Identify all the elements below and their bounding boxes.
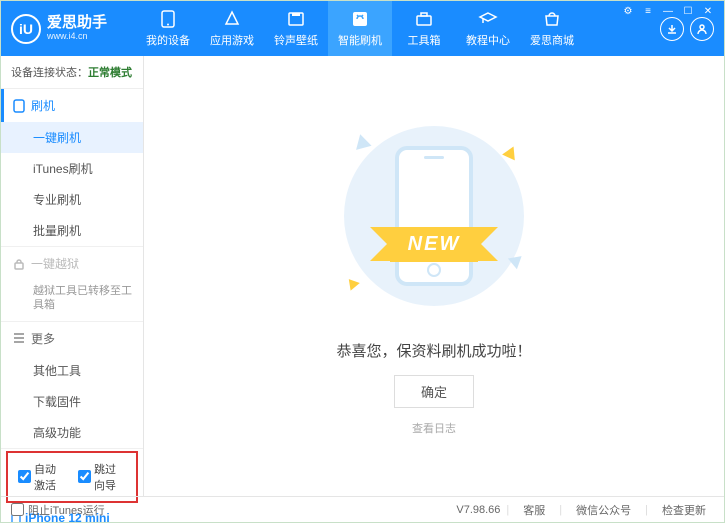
download-button[interactable] xyxy=(660,17,684,41)
graduation-icon xyxy=(478,10,498,28)
nav-label: 爱思商城 xyxy=(530,32,574,48)
section-flash-header[interactable]: 刷机 xyxy=(1,89,143,122)
footer-link-support[interactable]: 客服 xyxy=(515,502,553,518)
success-illustration: NEW xyxy=(334,116,534,316)
section-title: 刷机 xyxy=(31,97,55,114)
app-name: 爱思助手 xyxy=(47,15,107,32)
nav-apps-games[interactable]: 应用游戏 xyxy=(200,1,264,56)
sidebar-item-oneclick-flash[interactable]: 一键刷机 xyxy=(1,122,143,153)
section-flash: 刷机 一键刷机 iTunes刷机 专业刷机 批量刷机 xyxy=(1,89,143,247)
phone-icon xyxy=(13,99,25,113)
section-jailbreak: 一键越狱 越狱工具已转移至工具箱 xyxy=(1,247,143,322)
sidebar-item-download-firmware[interactable]: 下载固件 xyxy=(1,386,143,417)
settings-icon[interactable]: ⚙ xyxy=(619,4,637,18)
sidebar-item-advanced[interactable]: 高级功能 xyxy=(1,417,143,448)
apps-icon xyxy=(222,10,242,28)
sidebar-item-other-tools[interactable]: 其他工具 xyxy=(1,355,143,386)
store-icon xyxy=(542,10,562,28)
title-right xyxy=(660,17,714,41)
nav-store[interactable]: 爱思商城 xyxy=(520,1,584,56)
checkbox-label: 阻止iTunes运行 xyxy=(28,502,105,518)
checkbox-label: 自动激活 xyxy=(34,461,66,493)
footer: 阻止iTunes运行 V7.98.66 | 客服 | 微信公众号 | 检查更新 xyxy=(1,496,724,522)
connection-label: 设备连接状态： xyxy=(11,67,88,79)
maximize-button[interactable]: ☐ xyxy=(679,4,697,18)
user-button[interactable] xyxy=(690,17,714,41)
titlebar: iU 爱思助手 www.i4.cn 我的设备 应用游戏 铃声壁纸 智能刷机 xyxy=(1,1,724,56)
jailbreak-note: 越狱工具已转移至工具箱 xyxy=(1,280,143,321)
checkbox-skip-wizard[interactable]: 跳过向导 xyxy=(78,461,126,493)
section-jailbreak-header[interactable]: 一键越狱 xyxy=(1,247,143,280)
option-checkboxes: 自动激活 跳过向导 xyxy=(6,451,138,503)
new-ribbon: NEW xyxy=(390,227,479,262)
body: 设备连接状态：正常模式 刷机 一键刷机 iTunes刷机 专业刷机 批量刷机 一… xyxy=(1,56,724,496)
footer-link-wechat[interactable]: 微信公众号 xyxy=(568,502,639,518)
sidebar-item-itunes-flash[interactable]: iTunes刷机 xyxy=(1,153,143,184)
footer-link-update[interactable]: 检查更新 xyxy=(654,502,714,518)
checkbox-block-itunes[interactable]: 阻止iTunes运行 xyxy=(11,502,105,518)
section-more: 更多 其他工具 下载固件 高级功能 xyxy=(1,322,143,449)
flash-icon xyxy=(350,10,370,28)
checkbox-input[interactable] xyxy=(18,470,31,483)
main-content: NEW 恭喜您，保资料刷机成功啦！ 确定 查看日志 xyxy=(144,56,724,496)
nav-label: 铃声壁纸 xyxy=(274,32,318,48)
list-icon xyxy=(13,333,25,343)
nav-ringtones[interactable]: 铃声壁纸 xyxy=(264,1,328,56)
section-more-header[interactable]: 更多 xyxy=(1,322,143,355)
sidebar-item-batch-flash[interactable]: 批量刷机 xyxy=(1,215,143,246)
connection-value: 正常模式 xyxy=(88,67,132,79)
app-url: www.i4.cn xyxy=(47,32,107,42)
checkbox-auto-activate[interactable]: 自动激活 xyxy=(18,461,66,493)
nav-smart-flash[interactable]: 智能刷机 xyxy=(328,1,392,56)
checkbox-input[interactable] xyxy=(78,470,91,483)
nav-label: 工具箱 xyxy=(408,32,441,48)
section-title: 更多 xyxy=(31,330,55,347)
view-log-link[interactable]: 查看日志 xyxy=(412,420,456,436)
connection-status: 设备连接状态：正常模式 xyxy=(1,56,143,89)
wallpaper-icon xyxy=(286,10,306,28)
version-label: V7.98.66 xyxy=(456,504,500,516)
app-window: ⚙ ≡ — ☐ ✕ iU 爱思助手 www.i4.cn 我的设备 应用游戏 铃声 xyxy=(0,0,725,523)
nav-toolbox[interactable]: 工具箱 xyxy=(392,1,456,56)
close-button[interactable]: ✕ xyxy=(699,4,717,18)
checkbox-label: 跳过向导 xyxy=(94,461,126,493)
window-controls: ⚙ ≡ — ☐ ✕ xyxy=(619,4,717,18)
nav-label: 智能刷机 xyxy=(338,32,382,48)
minimize-button[interactable]: — xyxy=(659,4,677,18)
sidebar: 设备连接状态：正常模式 刷机 一键刷机 iTunes刷机 专业刷机 批量刷机 一… xyxy=(1,56,144,496)
nav-tutorials[interactable]: 教程中心 xyxy=(456,1,520,56)
nav-my-device[interactable]: 我的设备 xyxy=(136,1,200,56)
phone-icon xyxy=(158,10,178,28)
checkbox-input[interactable] xyxy=(11,503,24,516)
logo: iU 爱思助手 www.i4.cn xyxy=(11,14,136,44)
top-nav: 我的设备 应用游戏 铃声壁纸 智能刷机 工具箱 教程中心 xyxy=(136,1,660,56)
toolbox-icon xyxy=(414,10,434,28)
nav-label: 我的设备 xyxy=(146,32,190,48)
nav-label: 应用游戏 xyxy=(210,32,254,48)
lock-icon xyxy=(13,258,25,270)
success-message: 恭喜您，保资料刷机成功啦！ xyxy=(336,340,531,361)
ok-button[interactable]: 确定 xyxy=(394,375,474,408)
skin-icon[interactable]: ≡ xyxy=(639,4,657,18)
phone-illustration xyxy=(395,146,473,286)
logo-icon: iU xyxy=(11,14,41,44)
nav-label: 教程中心 xyxy=(466,32,510,48)
sidebar-item-pro-flash[interactable]: 专业刷机 xyxy=(1,184,143,215)
section-title: 一键越狱 xyxy=(31,255,79,272)
